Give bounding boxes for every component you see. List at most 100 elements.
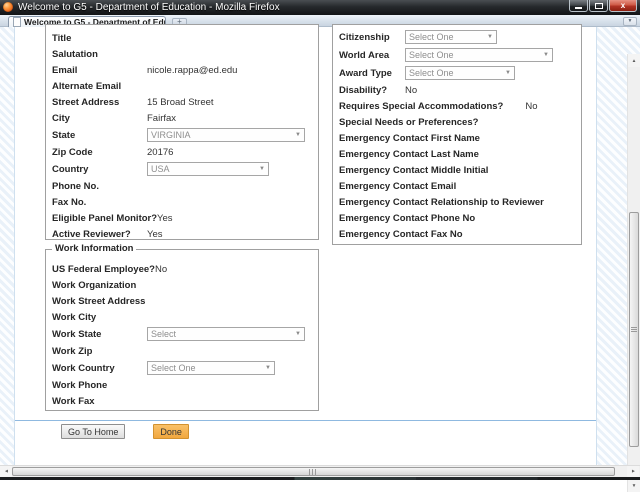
world-area-select[interactable]: Select One▼ (405, 48, 553, 62)
state-select[interactable]: VIRGINIA ▼ (147, 128, 305, 142)
form-row: Phone No. (46, 178, 318, 194)
form-row: Special Needs or Preferences? (333, 114, 581, 130)
field-value: Yes (147, 229, 163, 240)
field-label: Requires Special Accommodations? (339, 101, 503, 112)
scroll-right-icon: ► (631, 469, 636, 474)
form-row: Eligible Panel Monitor?Yes (46, 210, 318, 226)
selected-option: Select One (409, 32, 454, 42)
work-information-section: Work Information US Federal Employee?NoW… (45, 249, 319, 411)
action-buttons: Go To Home Done (61, 424, 189, 439)
content-divider (15, 420, 596, 421)
scroll-up-icon: ▲ (632, 58, 637, 63)
firefox-icon[interactable] (3, 2, 13, 12)
scroll-left-button[interactable]: ◄ (0, 466, 12, 477)
form-row: Emergency Contact Fax No (333, 226, 581, 242)
work-state-select[interactable]: Select▼ (147, 327, 305, 341)
field-label: Emergency Contact Last Name (339, 149, 479, 160)
field-label: City (52, 113, 147, 124)
dropdown-arrow-icon: ▼ (259, 166, 265, 172)
form-row: Emergency Contact Middle Initial (333, 162, 581, 178)
field-label: Work Zip (52, 346, 147, 357)
scroll-up-button[interactable]: ▲ (628, 54, 640, 67)
field-value: 15 Broad Street (147, 97, 214, 108)
field-label: World Area (339, 50, 405, 61)
form-row: State VIRGINIA ▼ (46, 126, 318, 144)
work-information-legend: Work Information (52, 244, 136, 254)
field-value: Fairfax (147, 113, 176, 124)
scroll-right-button[interactable]: ► (627, 466, 639, 477)
form-row: Emergency Contact Phone No (333, 210, 581, 226)
form-row: Emergency Contact Relationship to Review… (333, 194, 581, 210)
form-row: Title (46, 30, 318, 46)
citizenship-select[interactable]: Select One▼ (405, 30, 497, 44)
chevron-down-icon: ▼ (628, 18, 633, 24)
award-type-select[interactable]: Select One▼ (405, 66, 515, 80)
form-row: Emergency Contact Last Name (333, 146, 581, 162)
field-label: Emergency Contact Middle Initial (339, 165, 488, 176)
field-label: Emergency Contact First Name (339, 133, 480, 144)
minimize-button[interactable] (569, 0, 588, 12)
vertical-scrollbar-thumb[interactable] (629, 212, 639, 447)
close-button[interactable]: x (609, 0, 637, 12)
country-select[interactable]: USA ▼ (147, 162, 269, 176)
form-row: Work CountrySelect One▼ (46, 359, 318, 377)
field-value: No (405, 85, 417, 96)
done-button[interactable]: Done (153, 424, 189, 439)
field-label: Work Organization (52, 280, 147, 291)
form-row: Work Street Address (46, 293, 318, 309)
horizontal-scrollbar-thumb[interactable] (12, 467, 615, 476)
field-value: Yes (157, 213, 173, 224)
scroll-down-icon: ▼ (632, 483, 637, 488)
field-label: Alternate Email (52, 81, 147, 92)
work-country-select[interactable]: Select One▼ (147, 361, 275, 375)
form-row: Emailnicole.rappa@ed.edu (46, 62, 318, 78)
vertical-scrollbar[interactable]: ▲ ▼ (627, 54, 640, 492)
window-controls: x (568, 0, 637, 12)
field-label: Work Fax (52, 396, 147, 407)
field-label: Work Phone (52, 380, 147, 391)
maximize-button[interactable] (589, 0, 608, 12)
field-label: Country (52, 164, 147, 175)
field-label: US Federal Employee? (52, 264, 155, 275)
form-row: Work Fax (46, 393, 318, 409)
scroll-down-button[interactable]: ▼ (628, 479, 640, 492)
form-row: Alternate Email (46, 78, 318, 94)
field-label: Disability? (339, 85, 405, 96)
field-value: No (155, 264, 167, 275)
field-label: Title (52, 33, 147, 44)
field-label: Emergency Contact Email (339, 181, 456, 192)
screen: { "window": { "title": "Welcome to G5 - … (0, 0, 640, 480)
form-row: Emergency Contact Email (333, 178, 581, 194)
form-row: Work Zip (46, 343, 318, 359)
field-label: Special Needs or Preferences? (339, 117, 478, 128)
reviewer-info-section: CitizenshipSelect One▼World AreaSelect O… (332, 24, 582, 245)
dropdown-arrow-icon: ▼ (505, 70, 511, 76)
go-to-home-button[interactable]: Go To Home (61, 424, 125, 439)
form-row: Salutation (46, 46, 318, 62)
selected-option: Select One (409, 50, 454, 60)
field-label: Emergency Contact Phone No (339, 213, 475, 224)
selected-option: USA (151, 164, 170, 174)
personal-info-section: Title SalutationEmailnicole.rappa@ed.edu A… (45, 24, 319, 240)
minimize-icon (575, 7, 582, 9)
horizontal-scrollbar[interactable]: ◄ ► (0, 465, 640, 477)
page-icon (13, 17, 21, 27)
close-icon: x (621, 1, 625, 10)
form-row: US Federal Employee?No (46, 261, 318, 277)
form-row: Award TypeSelect One▼ (333, 64, 581, 82)
field-label: Award Type (339, 68, 405, 79)
selected-option: VIRGINIA (151, 130, 191, 140)
form-row: Requires Special Accommodations?No (333, 98, 581, 114)
field-label: Fax No. (52, 197, 147, 208)
selected-option: Select One (151, 363, 196, 373)
field-label: State (52, 130, 147, 141)
field-label: Work Country (52, 363, 147, 374)
form-row: Fax No. (46, 194, 318, 210)
field-label: Phone No. (52, 181, 147, 192)
form-row: Zip Code20176 (46, 144, 318, 160)
form-row: World AreaSelect One▼ (333, 46, 581, 64)
field-label: Citizenship (339, 32, 405, 43)
tab-list-button[interactable]: ▼ (623, 17, 637, 26)
field-label: Emergency Contact Fax No (339, 229, 463, 240)
dropdown-arrow-icon: ▼ (295, 132, 301, 138)
